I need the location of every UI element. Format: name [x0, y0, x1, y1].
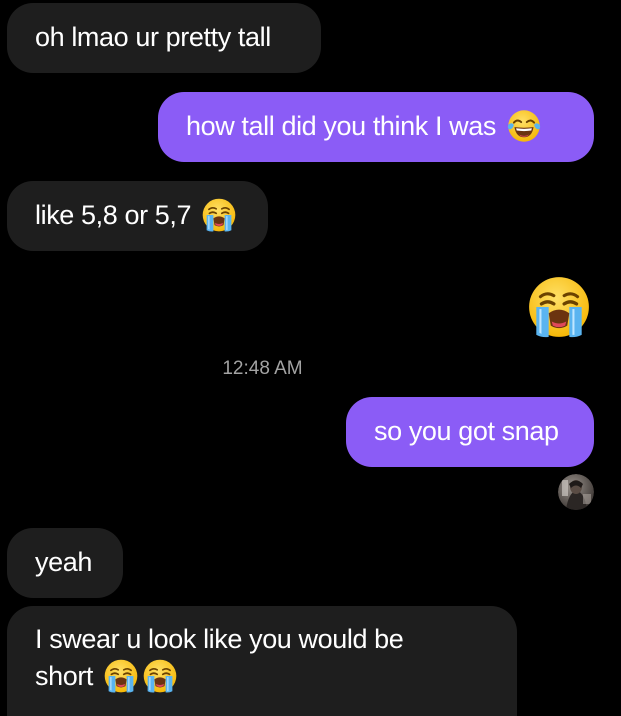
message-text-line-with-emoji: short	[35, 658, 489, 695]
message-text-line: I swear u look like you would be	[35, 624, 404, 654]
message-bubble-incoming[interactable]: yeah	[7, 528, 123, 598]
loudly-crying-face-icon	[142, 658, 178, 694]
message-text: oh lmao ur pretty tall	[35, 22, 271, 52]
message-bubble-outgoing[interactable]: so you got snap	[346, 397, 594, 467]
message-bubble-incoming[interactable]: oh lmao ur pretty tall	[7, 3, 321, 73]
face-with-tears-of-joy-icon	[506, 108, 542, 144]
loudly-crying-face-icon	[103, 658, 139, 694]
message-text: how tall did you think I was	[186, 111, 496, 141]
message-text: short	[35, 661, 94, 691]
message-timestamp: 12:48 AM	[222, 358, 303, 379]
message-text: like 5,8 or 5,7	[35, 200, 192, 230]
message-text: so you got snap	[374, 416, 559, 446]
avatar-photo-icon	[558, 474, 594, 510]
loudly-crying-face-icon	[526, 274, 592, 340]
message-bubble-incoming[interactable]: I swear u look like you would be short	[7, 606, 517, 716]
seen-avatar[interactable]	[558, 474, 594, 510]
message-text: yeah	[35, 547, 92, 577]
emoji-only-message[interactable]	[526, 274, 592, 340]
message-bubble-outgoing[interactable]: how tall did you think I was	[158, 92, 594, 162]
message-bubble-incoming[interactable]: like 5,8 or 5,7	[7, 181, 268, 251]
loudly-crying-face-icon	[201, 197, 237, 233]
